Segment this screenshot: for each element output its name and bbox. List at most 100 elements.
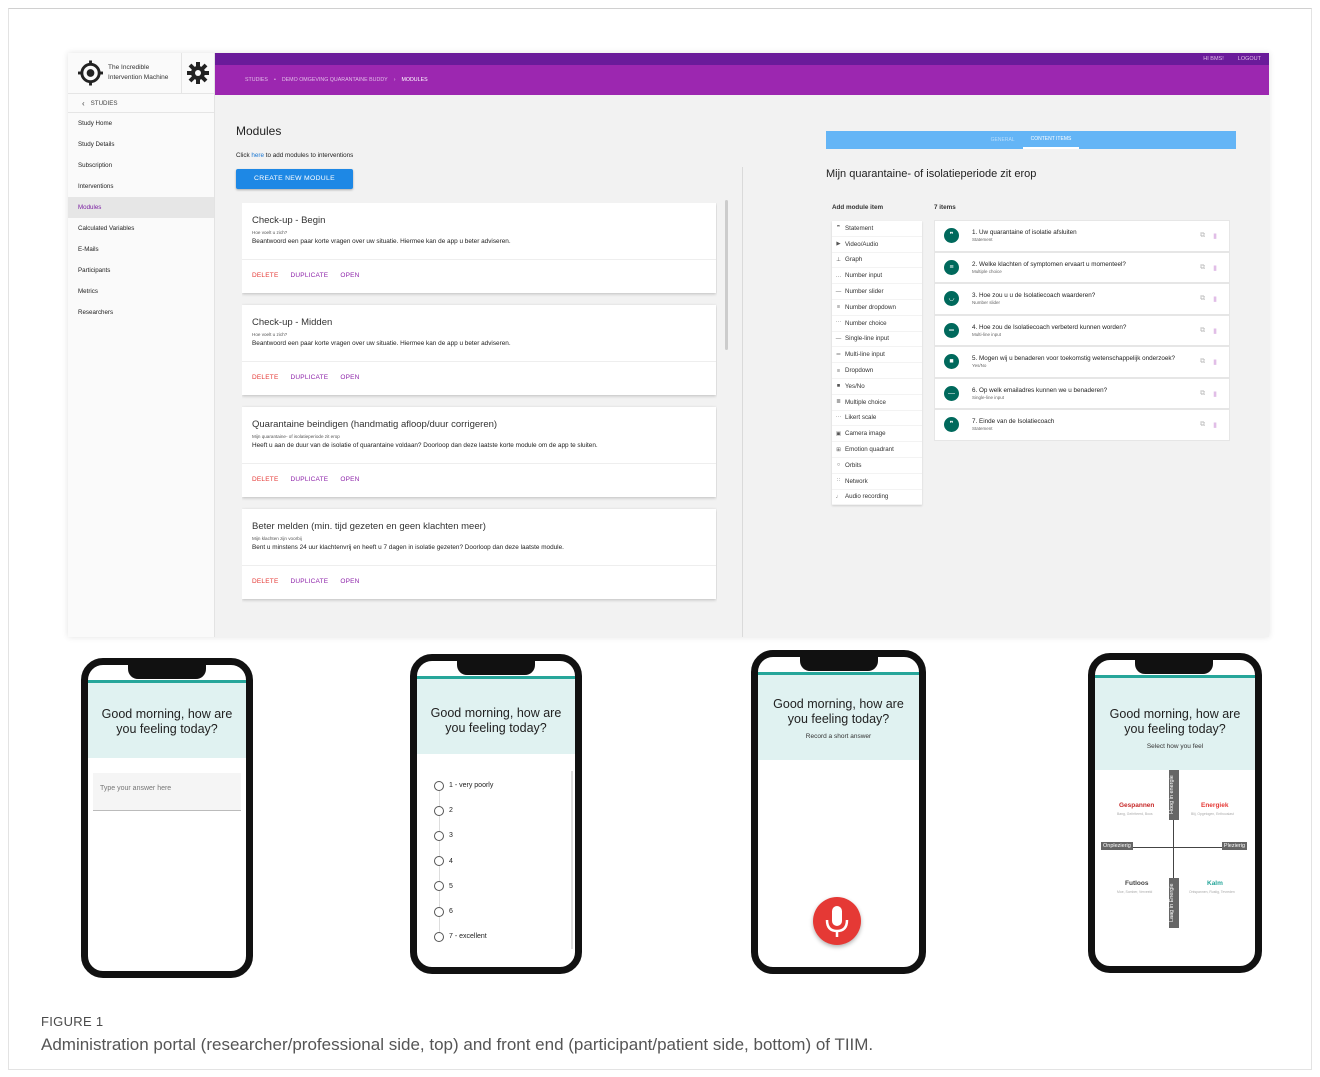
add-item-type[interactable]: ≣ Multiple choice xyxy=(832,395,922,411)
content-item[interactable]: ❞ 7. Einde van de Isolatiecoach Statement ⧉… xyxy=(934,409,1230,441)
logout-link[interactable]: LOGOUT xyxy=(1238,56,1261,62)
add-item-type[interactable]: ○ Orbits xyxy=(832,458,922,474)
add-item-type[interactable]: ▶ Video/Audio xyxy=(832,237,922,253)
open-button[interactable]: OPEN xyxy=(340,272,359,279)
module-list-scrollbar[interactable] xyxy=(725,200,728,350)
scale-option[interactable]: 2 xyxy=(434,798,493,823)
add-item-type[interactable]: ≡ Number dropdown xyxy=(832,300,922,316)
tab-general[interactable]: GENERAL xyxy=(983,131,1023,149)
add-item-type[interactable]: ⋯ Likert scale xyxy=(832,411,922,427)
scale-option[interactable]: 1 - very poorly xyxy=(434,773,493,798)
duplicate-button[interactable]: DUPLICATE xyxy=(291,272,329,279)
phone-scrollbar[interactable] xyxy=(571,771,573,949)
trash-icon[interactable]: ▮ xyxy=(1213,327,1217,335)
sidebar-item-interventions[interactable]: Interventions xyxy=(68,176,214,197)
module-card: Quarantaine beindigen (handmatig afloop/… xyxy=(242,407,716,497)
trash-icon[interactable]: ▮ xyxy=(1213,390,1217,398)
content-item[interactable]: ❞ 1. Uw quarantaine of isolatie afsluiten… xyxy=(934,220,1230,252)
duplicate-button[interactable]: DUPLICATE xyxy=(291,578,329,585)
open-button[interactable]: OPEN xyxy=(340,374,359,381)
question-text: Good morning, how are you feeling today? xyxy=(101,707,233,736)
modules-hint: Click here to add modules to interventio… xyxy=(236,152,353,159)
scale-option[interactable]: 3 xyxy=(434,823,493,848)
camera-icon: ▣ xyxy=(835,430,842,437)
item-type-badge-icon: ═ xyxy=(944,322,959,338)
add-item-type[interactable]: — Number slider xyxy=(832,284,922,300)
sidebar-item-metrics[interactable]: Metrics xyxy=(68,281,214,302)
scale-option[interactable]: 7 - excellent xyxy=(434,924,493,949)
add-item-type[interactable]: ⋯ Number choice xyxy=(832,316,922,332)
delete-button[interactable]: DELETE xyxy=(252,374,279,381)
copy-icon[interactable]: ⧉ xyxy=(1200,390,1205,398)
add-item-type[interactable]: ⊥ Graph xyxy=(832,253,922,269)
module-subtitle: Hoe voelt u zich? xyxy=(252,230,288,235)
settings-button[interactable] xyxy=(181,53,214,94)
item-type-label: Single-line input xyxy=(845,335,890,343)
module-actions: DELETE DUPLICATE OPEN xyxy=(252,578,360,585)
user-greeting: HI BMS! xyxy=(1203,56,1224,62)
copy-icon[interactable]: ⧉ xyxy=(1200,232,1205,240)
content-item-actions: ⧉ ▮ xyxy=(1200,264,1217,272)
sidebar-item-study-details[interactable]: Study Details xyxy=(68,134,214,155)
module-list: Check-up - Begin Hoe voelt u zich? Beant… xyxy=(242,203,717,637)
delete-button[interactable]: DELETE xyxy=(252,272,279,279)
copy-icon[interactable]: ⧉ xyxy=(1200,327,1205,335)
add-item-type[interactable]: ♩ Audio recording xyxy=(832,490,922,506)
add-item-type[interactable]: … Number input xyxy=(832,268,922,285)
content-item[interactable]: ◡ 3. Hoe zou u u de Isolatiecoach waarder… xyxy=(934,283,1230,315)
content-item[interactable]: ≡ 2. Welke klachten of symptomen ervaart … xyxy=(934,251,1230,283)
open-button[interactable]: OPEN xyxy=(340,578,359,585)
duplicate-button[interactable]: DUPLICATE xyxy=(291,374,329,381)
trash-icon[interactable]: ▮ xyxy=(1213,264,1217,272)
add-item-type[interactable]: ∷ Network xyxy=(832,474,922,490)
content-item-title: 6. Op welk emailadres kunnen we u benade… xyxy=(972,386,1108,394)
copy-icon[interactable]: ⧉ xyxy=(1200,421,1205,429)
sidebar-item-modules[interactable]: Modules xyxy=(68,197,214,218)
delete-button[interactable]: DELETE xyxy=(252,578,279,585)
scale-option[interactable]: 5 xyxy=(434,874,493,899)
breadcrumb-studies[interactable]: STUDIES xyxy=(245,77,268,83)
sidebar-item-participants[interactable]: Participants xyxy=(68,260,214,281)
module-editor: GENERAL CONTENT ITEMS Mijn quarantaine- … xyxy=(743,95,1269,637)
trash-icon[interactable]: ▮ xyxy=(1213,295,1217,303)
copy-icon[interactable]: ⧉ xyxy=(1200,264,1205,272)
create-module-button[interactable]: CREATE NEW MODULE xyxy=(236,169,353,189)
option-label: 5 xyxy=(449,882,453,890)
breadcrumb-study[interactable]: DEMO OMGEVING QUARANTAINE BUDDY xyxy=(282,77,388,83)
scale-option[interactable]: 6 xyxy=(434,899,493,924)
add-item-type[interactable]: ❞ Statement xyxy=(832,221,922,237)
trash-icon[interactable]: ▮ xyxy=(1213,232,1217,240)
quadrant-tr-sub: Blij, Opgetogen, Enthousiast xyxy=(1191,812,1234,816)
content-item-type: Yes/No xyxy=(972,363,987,369)
open-button[interactable]: OPEN xyxy=(340,476,359,483)
scale-option[interactable]: 4 xyxy=(434,849,493,874)
add-item-type[interactable]: ■ Yes/No xyxy=(832,379,922,395)
copy-icon[interactable]: ⧉ xyxy=(1200,295,1205,303)
answer-input[interactable]: Type your answer here xyxy=(93,773,241,811)
add-item-type[interactable]: ≡ Dropdown xyxy=(832,363,922,379)
content-item[interactable]: ■ 5. Mogen wij u benaderen voor toekomsti… xyxy=(934,346,1230,378)
add-item-type[interactable]: ═ Multi-line input xyxy=(832,347,922,364)
add-item-type[interactable]: ▣ Camera image xyxy=(832,426,922,443)
emotion-quadrant[interactable]: Hoog in energie Laag in Energie Onplezie… xyxy=(1099,768,1249,928)
tab-content-items[interactable]: CONTENT ITEMS xyxy=(1022,131,1080,149)
sidebar-item-researchers[interactable]: Researchers xyxy=(68,302,214,323)
item-type-list: ❞ Statement ▶ Video/Audio ⊥ Graph … Number inpu… xyxy=(832,221,922,506)
trash-icon[interactable]: ▮ xyxy=(1213,421,1217,429)
back-to-studies[interactable]: ‹ STUDIES xyxy=(68,94,214,113)
copy-icon[interactable]: ⧉ xyxy=(1200,358,1205,366)
sidebar-item-emails[interactable]: E-Mails xyxy=(68,239,214,260)
sidebar-item-calculated-variables[interactable]: Calculated Variables xyxy=(68,218,214,239)
delete-button[interactable]: DELETE xyxy=(252,476,279,483)
trash-icon[interactable]: ▮ xyxy=(1213,358,1217,366)
add-item-type[interactable]: — Single-line input xyxy=(832,332,922,348)
breadcrumb-separator: • xyxy=(273,77,276,83)
sidebar-item-study-home[interactable]: Study Home xyxy=(68,113,214,134)
duplicate-button[interactable]: DUPLICATE xyxy=(291,476,329,483)
content-item[interactable]: — 6. Op welk emailadres kunnen we u benad… xyxy=(934,377,1230,409)
content-item[interactable]: ═ 4. Hoe zou de Isolatiecoach verbeterd k… xyxy=(934,314,1230,346)
add-item-type[interactable]: ⊞ Emotion quadrant xyxy=(832,442,922,458)
hint-link[interactable]: here xyxy=(251,152,264,159)
sidebar-item-subscription[interactable]: Subscription xyxy=(68,155,214,176)
record-button[interactable] xyxy=(813,897,861,945)
